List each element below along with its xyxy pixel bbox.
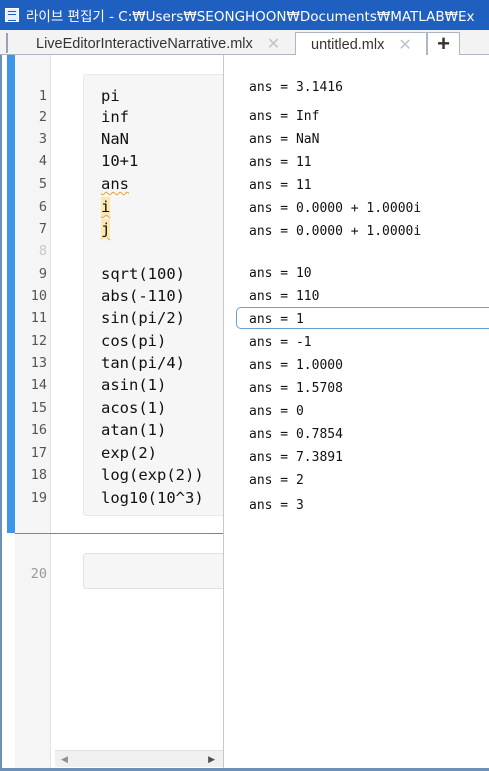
- tab-label: untitled.mlx: [311, 36, 385, 53]
- output-line[interactable]: ans = NaN: [249, 131, 319, 149]
- code-line[interactable]: log(exp(2)): [101, 465, 204, 485]
- output-line-selected[interactable]: ans = 1: [249, 311, 304, 329]
- line-number: 3: [38, 131, 47, 147]
- scroll-left-arrow-icon[interactable]: ◀: [61, 754, 68, 765]
- output-line[interactable]: ans = 0: [249, 403, 304, 421]
- line-number: 17: [30, 445, 47, 461]
- output-line[interactable]: ans = 1.5708: [249, 380, 343, 398]
- output-line[interactable]: ans = 2: [249, 472, 304, 490]
- code-line[interactable]: pi: [101, 86, 120, 106]
- code-line[interactable]: exp(2): [101, 443, 157, 463]
- window-title: 라이브 편집기 - C:₩Users₩SEONGHOON₩Documents₩M…: [26, 9, 475, 25]
- output-line[interactable]: ans = 10: [249, 265, 312, 283]
- scroll-right-arrow-icon[interactable]: ▶: [208, 754, 215, 765]
- code-line[interactable]: abs(-110): [101, 286, 185, 306]
- line-number: 5: [38, 176, 47, 192]
- line-number: 1: [38, 88, 47, 104]
- live-editor-document[interactable]: 1 2 3 4 5 6 7 8 9 10 11 12 13 14 15 16 1…: [0, 55, 489, 771]
- line-number: 6: [38, 199, 47, 215]
- line-number: 10: [30, 288, 47, 304]
- code-line[interactable]: log10(10^3): [101, 488, 204, 508]
- tab-label: LiveEditorInteractiveNarrative.mlx: [36, 36, 253, 52]
- output-line[interactable]: ans = 3: [249, 497, 304, 515]
- horizontal-scrollbar[interactable]: ◀ ▶: [55, 750, 223, 767]
- output-line[interactable]: ans = 7.3891: [249, 449, 343, 467]
- title-bar: 라이브 편집기 - C:₩Users₩SEONGHOON₩Documents₩M…: [0, 0, 489, 30]
- line-number: 8: [38, 243, 47, 259]
- output-line[interactable]: ans = 110: [249, 288, 319, 306]
- code-line-warning[interactable]: ans: [101, 174, 129, 194]
- line-number: 20: [30, 566, 47, 582]
- code-line[interactable]: atan(1): [101, 420, 166, 440]
- code-line[interactable]: NaN: [101, 129, 129, 149]
- line-number: 15: [30, 400, 47, 416]
- line-number: 9: [38, 266, 47, 282]
- output-line[interactable]: ans = 11: [249, 177, 312, 195]
- code-line-warning[interactable]: j: [101, 219, 111, 239]
- code-line[interactable]: sqrt(100): [101, 264, 185, 284]
- live-editor-app-icon: [5, 8, 19, 22]
- code-line[interactable]: tan(pi/4): [101, 353, 185, 373]
- section-indicator-bar[interactable]: [7, 55, 15, 533]
- window-left-border: [0, 55, 2, 771]
- line-number: 19: [30, 490, 47, 506]
- code-line[interactable]: acos(1): [101, 398, 166, 418]
- output-line[interactable]: ans = 3.1416: [249, 79, 343, 97]
- line-number: 11: [30, 310, 47, 326]
- line-number: 7: [38, 221, 47, 237]
- close-icon[interactable]: ✕: [267, 34, 280, 54]
- output-line[interactable]: ans = 0.0000 + 1.0000i: [249, 223, 421, 241]
- code-line[interactable]: sin(pi/2): [101, 308, 185, 328]
- line-number: 16: [30, 422, 47, 438]
- code-line[interactable]: inf: [101, 107, 129, 127]
- output-line[interactable]: ans = 1.0000: [249, 357, 343, 375]
- output-line[interactable]: ans = -1: [249, 334, 312, 352]
- code-block-empty[interactable]: [83, 553, 223, 589]
- tab-bar-grip[interactable]: [6, 33, 8, 53]
- add-tab-button[interactable]: +: [427, 32, 460, 56]
- tab-bar: LiveEditorInteractiveNarrative.mlx ✕ unt…: [0, 30, 489, 56]
- code-line-warning[interactable]: i: [101, 197, 111, 217]
- tab-untitled[interactable]: untitled.mlx ✕: [295, 32, 427, 56]
- code-line[interactable]: asin(1): [101, 375, 166, 395]
- line-number: 12: [30, 333, 47, 349]
- line-number: 14: [30, 377, 47, 393]
- output-line[interactable]: ans = 11: [249, 154, 312, 172]
- section-break-line: [15, 533, 223, 534]
- line-number: 2: [38, 109, 47, 125]
- tab-live-editor-interactive-narrative[interactable]: LiveEditorInteractiveNarrative.mlx ✕: [24, 32, 296, 56]
- line-number: 13: [30, 355, 47, 371]
- output-line[interactable]: ans = 0.7854: [249, 426, 343, 444]
- line-number: 4: [38, 153, 47, 169]
- line-number: 18: [30, 467, 47, 483]
- code-line[interactable]: cos(pi): [101, 331, 166, 351]
- output-line[interactable]: ans = 0.0000 + 1.0000i: [249, 200, 421, 218]
- code-line[interactable]: 10+1: [101, 151, 138, 171]
- output-line[interactable]: ans = Inf: [249, 108, 319, 126]
- close-icon[interactable]: ✕: [398, 35, 411, 55]
